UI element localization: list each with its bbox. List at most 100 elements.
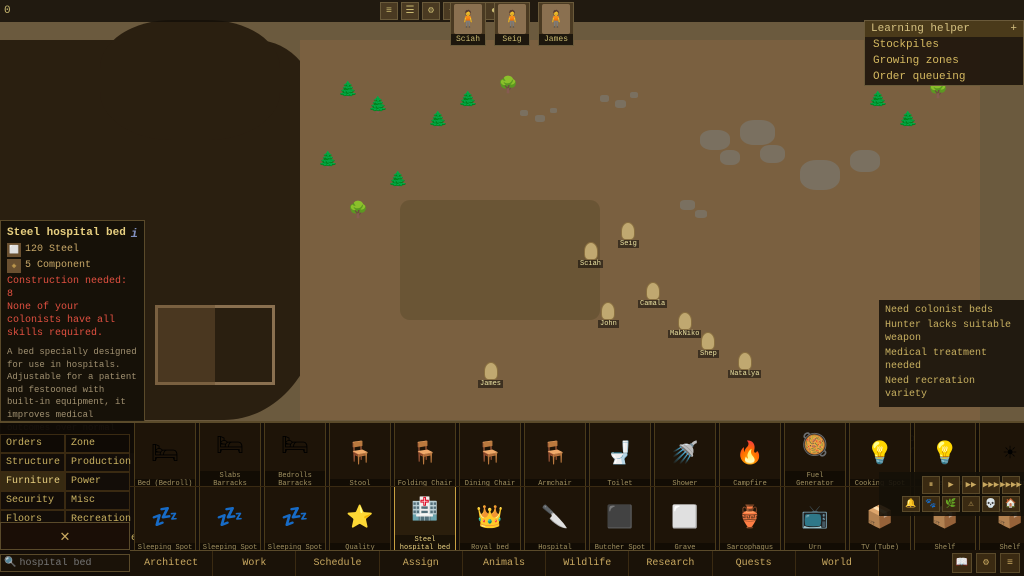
learning-helper-plus[interactable]: +	[1010, 23, 1017, 35]
colonist-pawn[interactable]: Natalya	[728, 352, 761, 378]
item-r2-icon-7: ⬛	[596, 493, 644, 543]
category-power[interactable]: Power	[65, 472, 130, 491]
toolbar-icon-menu[interactable]: ≡	[380, 2, 398, 20]
colonist-pawn[interactable]: Camala	[638, 282, 667, 308]
alert-pause[interactable]: ⏸	[922, 476, 940, 494]
tab-architect[interactable]: Architect	[130, 551, 213, 576]
speed-btn-2[interactable]: 🐾	[922, 496, 940, 512]
icon-list[interactable]: ≡	[1000, 553, 1020, 573]
icon-book[interactable]: 📖	[952, 553, 972, 573]
item-slot-r2-3[interactable]: ⭐ Quality	[329, 487, 391, 550]
category-orders[interactable]: Orders	[0, 434, 65, 453]
item-slot-2[interactable]: 🛏 Bedrolls Barracks	[264, 423, 326, 487]
alert-fast[interactable]: ▶▶	[962, 476, 980, 494]
colonist-pawn[interactable]: MakNiko	[668, 312, 701, 338]
tab-schedule[interactable]: Schedule	[296, 551, 379, 576]
item-slot-r2-0[interactable]: 💤 Sleeping Spot	[134, 487, 196, 550]
component-icon: ◈	[7, 259, 21, 273]
alert-fastest[interactable]: ▶▶▶▶	[1002, 476, 1020, 494]
info-icon[interactable]: i	[131, 227, 138, 241]
category-furniture[interactable]: Furniture	[0, 472, 65, 491]
tab-wildlife[interactable]: Wildlife	[546, 551, 629, 576]
bottom-area: Orders Zone Structure Production Furnitu…	[0, 421, 1024, 576]
item-label-1: Slabs Barracks	[200, 471, 260, 486]
colonist-icon-1: 🧍	[498, 4, 526, 34]
item-description-panel: Steel hospital bed i ⬜ 120 Steel ◈ 5 Com…	[0, 220, 145, 454]
item-slot-r2-4[interactable]: 🏥 Steel hospital bed	[394, 487, 456, 550]
search-icon: 🔍	[1, 555, 19, 571]
toolbar-icon-list[interactable]: ☰	[401, 2, 419, 20]
tab-quests[interactable]: Quests	[713, 551, 796, 576]
colonist-pawn[interactable]: James	[478, 362, 503, 388]
tab-work[interactable]: Work	[213, 551, 296, 576]
item-slot-9[interactable]: 🔥 Campfire	[719, 423, 781, 487]
colonist-portrait-1[interactable]: 🧍 Seig	[494, 2, 530, 46]
item-r2-icon-6: 🔪	[531, 493, 579, 543]
alert-play[interactable]: ▶	[942, 476, 960, 494]
speed-btn-1[interactable]: 🔔	[902, 496, 920, 512]
search-input[interactable]	[19, 558, 99, 569]
speed-btn-5[interactable]: 💀	[982, 496, 1000, 512]
tab-research[interactable]: Research	[629, 551, 712, 576]
item-slot-r2-10[interactable]: 📺 Urn	[784, 487, 846, 550]
item-r2-icon-4: 🏥	[401, 487, 449, 536]
item-slot-6[interactable]: 🪑 Armchair	[524, 423, 586, 487]
item-icon-5: 🪑	[466, 429, 514, 479]
item-r2-icon-1: 💤	[206, 493, 254, 543]
learning-helper-title: Learning helper	[871, 23, 970, 35]
item-slot-3[interactable]: 🪑 Stool	[329, 423, 391, 487]
tab-animals[interactable]: Animals	[463, 551, 546, 576]
item-slot-r2-1[interactable]: 💤 Sleeping Spot	[199, 487, 261, 550]
colonist-pawn[interactable]: Seig	[618, 222, 639, 248]
tree: 🌲	[320, 150, 336, 170]
alert-faster[interactable]: ▶▶▶	[982, 476, 1000, 494]
speed-row: 🔔 🐾 🌿 ⚠ 💀 🏠	[883, 496, 1020, 512]
helper-item-order[interactable]: Order queueing	[865, 69, 1023, 85]
category-security[interactable]: Security	[0, 491, 65, 510]
item-slot-r2-8[interactable]: ⬜ Grave	[654, 487, 716, 550]
tab-assign[interactable]: Assign	[380, 551, 463, 576]
colonist-portrait-0[interactable]: 🧍 Sciah	[450, 2, 486, 46]
colonist-name-0: Sciah	[451, 34, 485, 45]
item-label-3: Stool	[330, 479, 390, 486]
tree: 🌲	[430, 110, 446, 130]
item-slot-r2-2[interactable]: 💤 Sleeping Spot	[264, 487, 326, 550]
item-slot-1[interactable]: 🛏 Slabs Barracks	[199, 423, 261, 487]
item-icon-1: 🛏	[206, 423, 254, 471]
helper-item-stockpiles[interactable]: Stockpiles	[865, 37, 1023, 53]
colonist-pawn[interactable]: Sciah	[578, 242, 603, 268]
learning-helper-panel: Learning helper + Stockpiles Growing zon…	[864, 20, 1024, 86]
category-production[interactable]: Production	[65, 453, 130, 472]
item-slot-r2-6[interactable]: 🔪 Hospital	[524, 487, 586, 550]
category-zone[interactable]: Zone	[65, 434, 130, 453]
item-slot-5[interactable]: 🪑 Dining Chair	[459, 423, 521, 487]
item-slot-7[interactable]: 🚽 Toilet	[589, 423, 651, 487]
item-label-6: Armchair	[525, 479, 585, 486]
colonist-name-2: James	[539, 34, 573, 45]
item-label-0: Bed (Bedroll)	[135, 479, 195, 486]
tab-world[interactable]: World	[796, 551, 879, 576]
item-slot-8[interactable]: 🚿 Shower	[654, 423, 716, 487]
helper-item-growing[interactable]: Growing zones	[865, 53, 1023, 69]
category-structure[interactable]: Structure	[0, 453, 65, 472]
item-slot-10[interactable]: 🥘 Fuel Generator	[784, 423, 846, 487]
item-slot-r2-7[interactable]: ⬛ Butcher Spot	[589, 487, 651, 550]
warning-text-1: Construction needed: 8	[7, 275, 138, 301]
speed-btn-4[interactable]: ⚠	[962, 496, 980, 512]
tree: 🌳	[500, 75, 516, 95]
speed-btn-3[interactable]: 🌿	[942, 496, 960, 512]
speed-btn-6[interactable]: 🏠	[1002, 496, 1020, 512]
item-label-10: Fuel Generator	[785, 471, 845, 486]
item-slot-r2-5[interactable]: 👑 Royal bed	[459, 487, 521, 550]
category-misc[interactable]: Misc	[65, 491, 130, 510]
toolbar-icon-settings[interactable]: ⚙	[422, 2, 440, 20]
item-slot-4[interactable]: 🪑 Folding Chair	[394, 423, 456, 487]
cancel-button[interactable]: ✕	[0, 522, 130, 550]
colonist-portrait-2[interactable]: 🧍 James	[538, 2, 574, 46]
colonist-pawn[interactable]: Shep	[698, 332, 719, 358]
item-r2-icon-5: 👑	[466, 493, 514, 543]
colonist-pawn[interactable]: John	[598, 302, 619, 328]
item-slot-0[interactable]: 🛏 Bed (Bedroll)	[134, 423, 196, 487]
icon-gear[interactable]: ⚙	[976, 553, 996, 573]
item-slot-r2-9[interactable]: 🏺 Sarcophagus	[719, 487, 781, 550]
